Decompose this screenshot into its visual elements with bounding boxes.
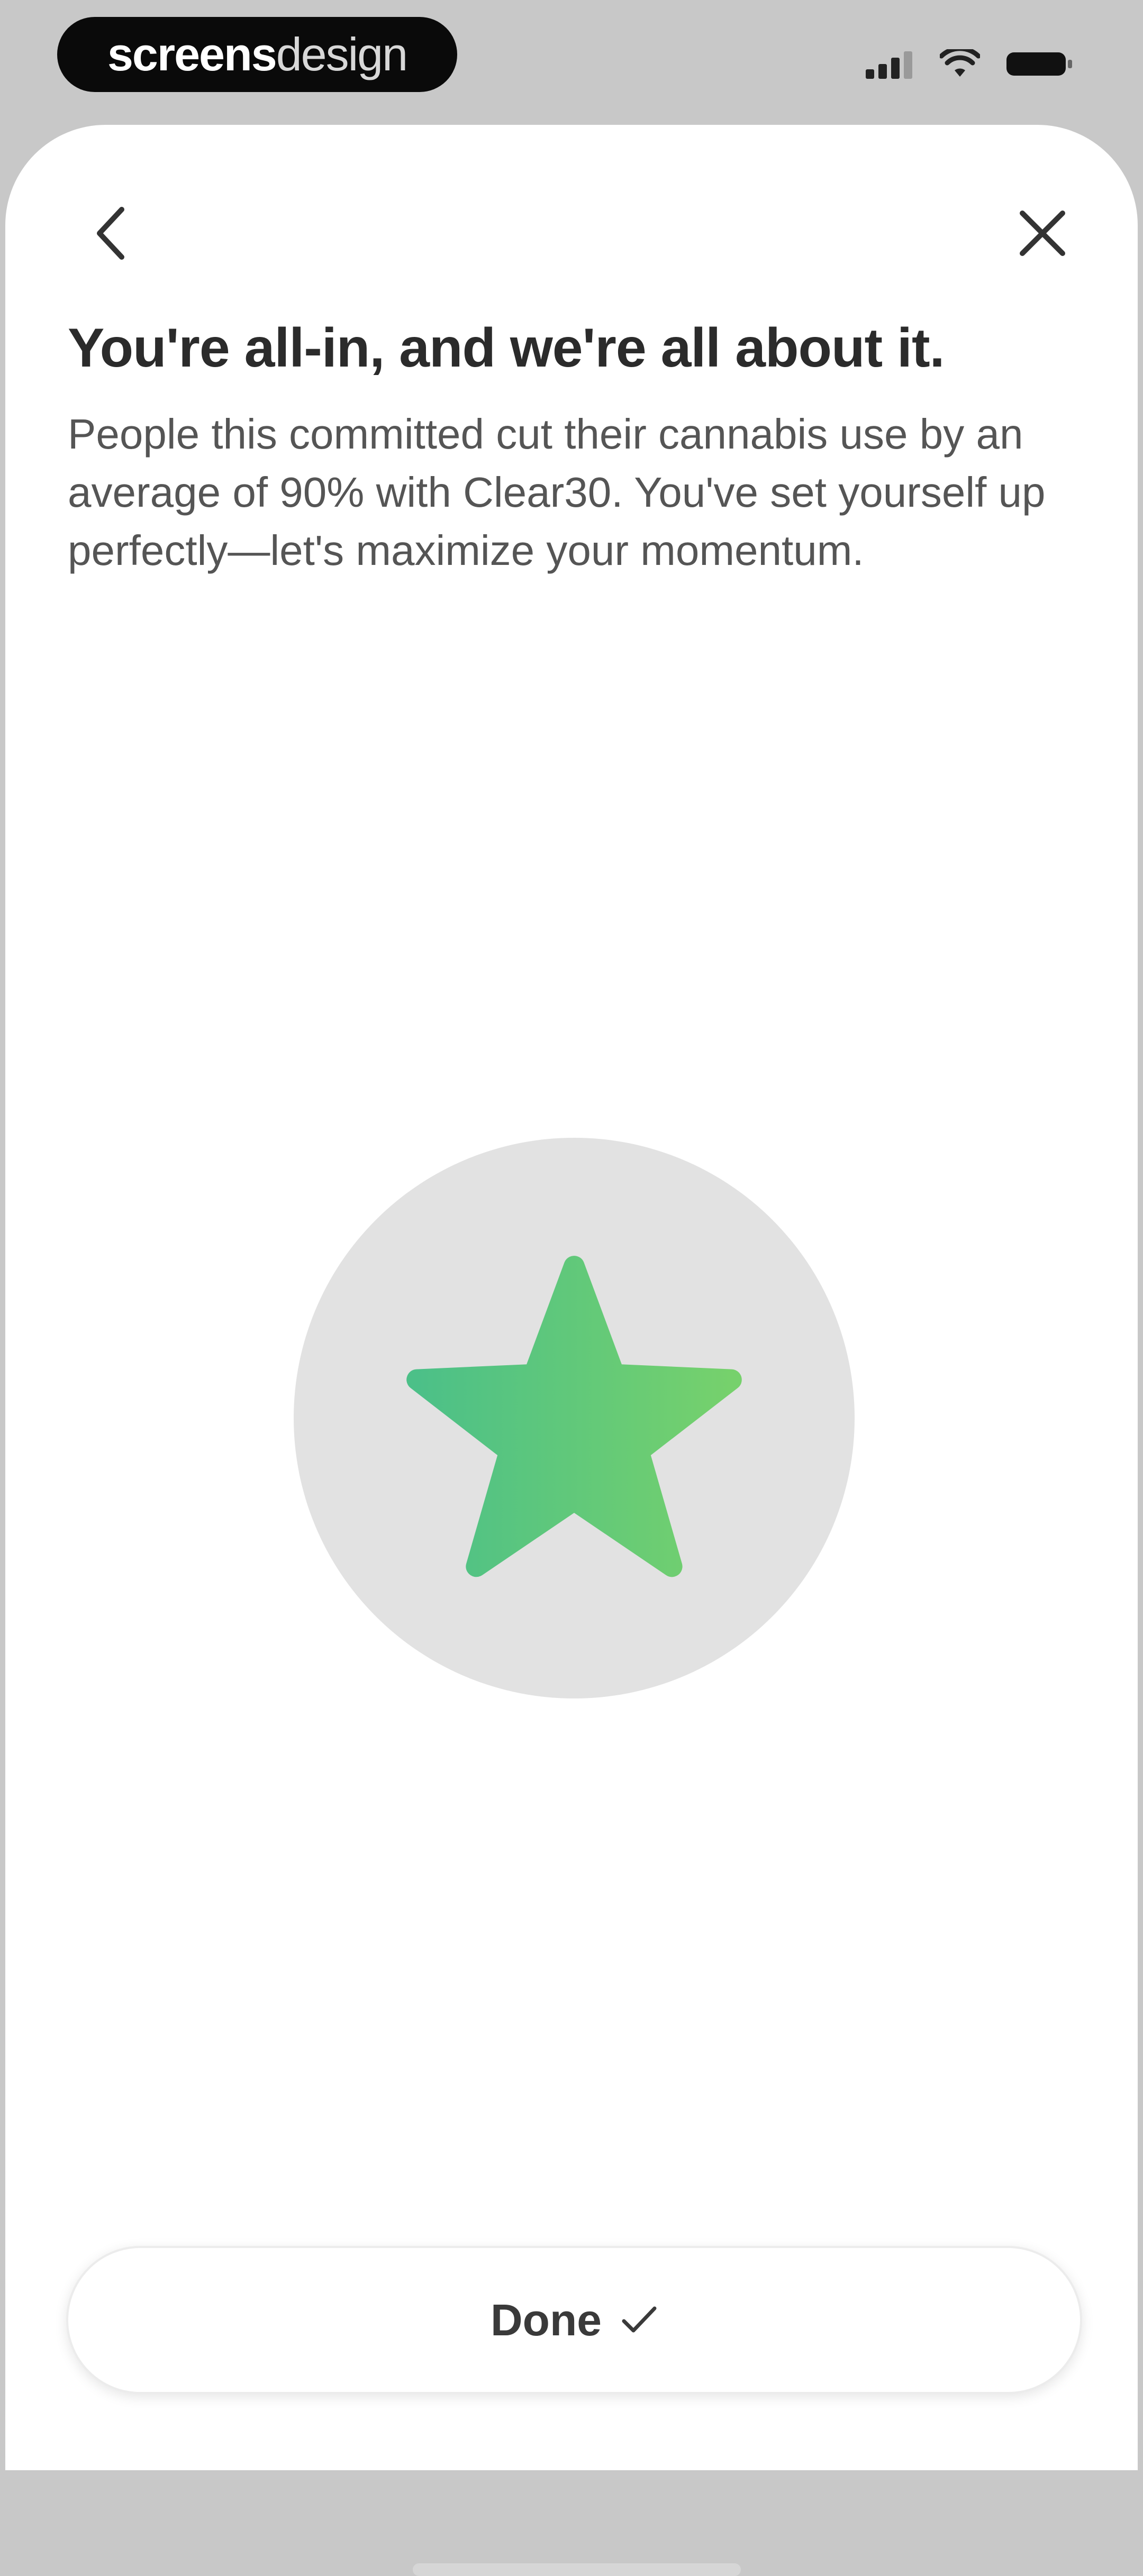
battery-icon xyxy=(1006,52,1072,76)
star-icon xyxy=(406,1256,742,1577)
brand-logo: screens design xyxy=(57,17,457,92)
brand-logo-light: design xyxy=(276,28,408,80)
achievement-badge xyxy=(294,1138,855,1698)
home-indicator xyxy=(413,2563,741,2576)
brand-logo-bold: screens xyxy=(107,28,277,80)
close-button[interactable] xyxy=(1008,199,1077,268)
close-icon xyxy=(1020,211,1065,256)
chevron-left-icon xyxy=(97,207,124,260)
status-icons xyxy=(866,45,1074,83)
page-title: You're all-in, and we're all about it. xyxy=(68,317,945,379)
checkmark-icon xyxy=(622,2306,657,2333)
back-button[interactable] xyxy=(77,199,146,268)
done-button-label: Done xyxy=(491,2295,602,2345)
onboarding-sheet: You're all-in, and we're all about it. P… xyxy=(5,125,1138,2576)
done-button[interactable]: Done xyxy=(66,2246,1082,2394)
status-bar: screens design xyxy=(0,0,1143,122)
page-description: People this committed cut their cannabis… xyxy=(68,410,1046,574)
signal-icon xyxy=(866,51,912,79)
wifi-icon xyxy=(940,49,980,77)
